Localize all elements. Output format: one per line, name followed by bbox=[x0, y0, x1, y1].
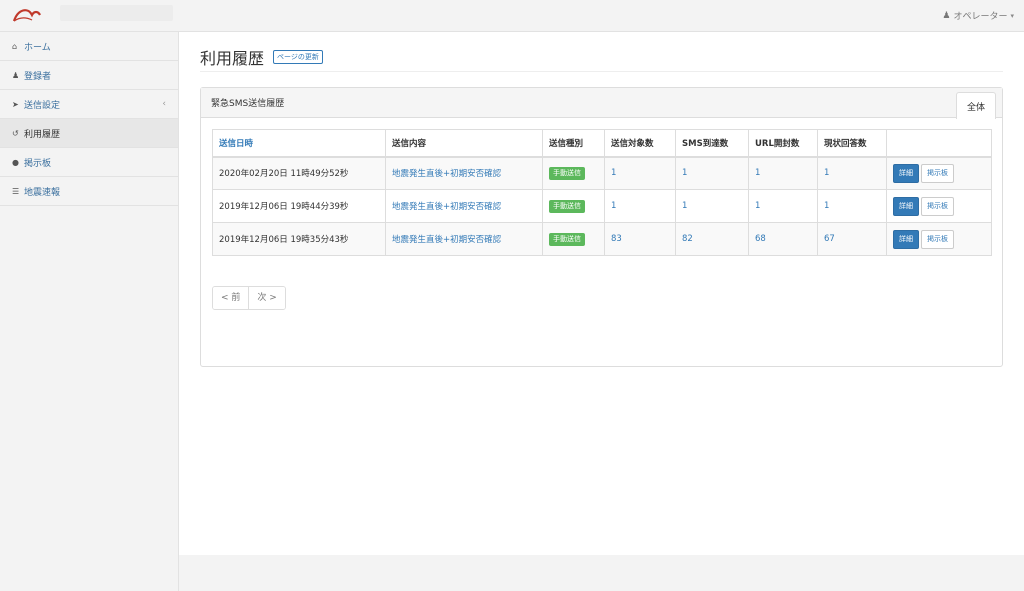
board-button[interactable]: 掲示板 bbox=[921, 229, 954, 249]
paper-plane-icon: ➤ bbox=[12, 99, 19, 109]
history-icon: ↺ bbox=[12, 128, 19, 138]
cell-datetime: 2019年12月06日 19時44分39秒 bbox=[212, 189, 386, 223]
comments-icon: ● bbox=[12, 157, 19, 167]
column-header-content: 送信内容 bbox=[385, 129, 543, 158]
rss-icon: ☰ bbox=[12, 186, 20, 196]
user-icon: ♟ bbox=[942, 10, 951, 21]
sidebar-item-earthquake-alerts[interactable]: ☰ 地震速報 bbox=[0, 177, 178, 206]
board-button[interactable]: 掲示板 bbox=[921, 163, 954, 183]
prev-page-button[interactable]: < 前 bbox=[213, 287, 249, 309]
table-header-row: 送信日時 送信内容 送信種別 送信対象数 SMS到達数 URL開封数 現状回答数 bbox=[212, 129, 992, 158]
url-link[interactable]: 1 bbox=[755, 168, 760, 178]
answers-link[interactable]: 1 bbox=[824, 168, 829, 178]
panel-title: 緊急SMS送信履歴 bbox=[211, 99, 285, 109]
refresh-page-button[interactable]: ページの更新 bbox=[273, 49, 323, 64]
targets-link[interactable]: 1 bbox=[611, 168, 616, 178]
url-link[interactable]: 68 bbox=[755, 234, 766, 244]
pagination: < 前 次 > bbox=[212, 286, 286, 310]
panel-heading: 緊急SMS送信履歴 全体 bbox=[201, 88, 1002, 119]
column-header-actions bbox=[886, 129, 992, 158]
sidebar: ⌂ ホーム ♟ 登録者 ➤ 送信設定 ‹ ↺ 利用履歴 ● 掲示板 ☰ 地震速報 bbox=[0, 32, 179, 591]
sms-link[interactable]: 1 bbox=[682, 168, 687, 178]
sms-link[interactable]: 82 bbox=[682, 234, 693, 244]
next-page-button[interactable]: 次 > bbox=[248, 287, 285, 309]
column-header-type: 送信種別 bbox=[542, 129, 605, 158]
sidebar-item-home[interactable]: ⌂ ホーム bbox=[0, 32, 178, 61]
history-panel: 緊急SMS送信履歴 全体 送信日時 送信内容 送信種別 送信対象数 SMS到達数… bbox=[200, 87, 1003, 367]
cell-datetime: 2020年02月20日 11時49分52秒 bbox=[212, 156, 386, 190]
user-menu-label: オペレーター bbox=[953, 12, 1008, 22]
top-search-placeholder bbox=[60, 5, 173, 21]
sidebar-item-label: 地震速報 bbox=[24, 187, 61, 198]
column-header-targets: 送信対象数 bbox=[604, 129, 676, 158]
content-link[interactable]: 地震発生直後+初期安否確認 bbox=[392, 169, 501, 179]
tab-all[interactable]: 全体 bbox=[955, 92, 996, 119]
sms-link[interactable]: 1 bbox=[682, 201, 687, 211]
sidebar-item-label: 登録者 bbox=[24, 71, 52, 82]
page-title: 利用履歴 bbox=[200, 48, 265, 68]
column-header-sms: SMS到達数 bbox=[675, 129, 749, 158]
sidebar-item-board[interactable]: ● 掲示板 bbox=[0, 148, 178, 177]
sidebar-item-label: ホーム bbox=[24, 42, 51, 53]
type-badge: 手動送信 bbox=[549, 166, 585, 180]
page-header: 利用履歴 ページの更新 bbox=[200, 42, 1003, 72]
detail-button[interactable]: 詳細 bbox=[893, 229, 919, 249]
sidebar-item-history[interactable]: ↺ 利用履歴 bbox=[0, 119, 178, 148]
sidebar-item-label: 掲示板 bbox=[24, 158, 52, 169]
sidebar-item-label: 利用履歴 bbox=[24, 129, 61, 140]
sidebar-item-send-settings[interactable]: ➤ 送信設定 ‹ bbox=[0, 90, 178, 119]
type-badge: 手動送信 bbox=[549, 232, 585, 246]
type-badge: 手動送信 bbox=[549, 199, 585, 213]
table-row: 2020年02月20日 11時49分52秒 地震発生直後+初期安否確認 手動送信… bbox=[212, 156, 992, 190]
sidebar-item-registrants[interactable]: ♟ 登録者 bbox=[0, 61, 178, 90]
table-row: 2019年12月06日 19時35分43秒 地震発生直後+初期安否確認 手動送信… bbox=[212, 222, 992, 256]
home-icon: ⌂ bbox=[12, 41, 18, 51]
board-button[interactable]: 掲示板 bbox=[921, 196, 954, 216]
top-navbar: ♟ オペレーター ▾ bbox=[0, 0, 1024, 32]
caret-down-icon: ▾ bbox=[1010, 11, 1014, 20]
main-content: 利用履歴 ページの更新 緊急SMS送信履歴 全体 送信日時 送信内容 送信種別 … bbox=[179, 32, 1024, 555]
answers-link[interactable]: 1 bbox=[824, 201, 829, 211]
footer-area bbox=[179, 555, 1024, 591]
column-header-url: URL開封数 bbox=[748, 129, 818, 158]
content-link[interactable]: 地震発生直後+初期安否確認 bbox=[392, 235, 501, 245]
detail-button[interactable]: 詳細 bbox=[893, 196, 919, 216]
sidebar-item-label: 送信設定 bbox=[24, 100, 61, 111]
targets-link[interactable]: 1 bbox=[611, 201, 616, 211]
answers-link[interactable]: 67 bbox=[824, 234, 835, 244]
column-header-answers: 現状回答数 bbox=[817, 129, 887, 158]
targets-link[interactable]: 83 bbox=[611, 234, 622, 244]
table-row: 2019年12月06日 19時44分39秒 地震発生直後+初期安否確認 手動送信… bbox=[212, 189, 992, 223]
user-icon: ♟ bbox=[12, 70, 20, 80]
content-link[interactable]: 地震発生直後+初期安否確認 bbox=[392, 202, 501, 212]
history-table: 送信日時 送信内容 送信種別 送信対象数 SMS到達数 URL開封数 現状回答数… bbox=[212, 129, 992, 256]
url-link[interactable]: 1 bbox=[755, 201, 760, 211]
detail-button[interactable]: 詳細 bbox=[893, 163, 919, 183]
cell-datetime: 2019年12月06日 19時35分43秒 bbox=[212, 222, 386, 256]
chevron-left-icon[interactable]: ‹ bbox=[162, 99, 166, 109]
user-menu[interactable]: ♟ オペレーター ▾ bbox=[942, 9, 1014, 23]
column-header-datetime[interactable]: 送信日時 bbox=[212, 129, 386, 158]
tonfun-logo[interactable] bbox=[10, 3, 48, 29]
